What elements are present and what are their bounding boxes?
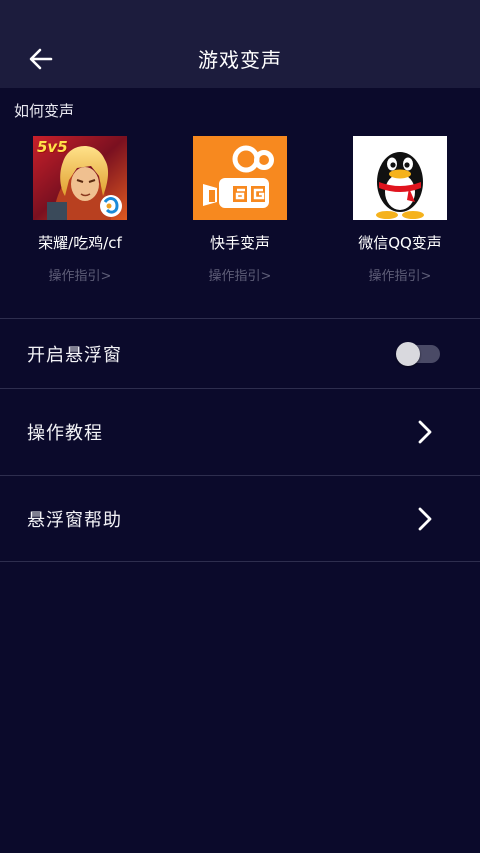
floating-help-label: 悬浮窗帮助 (27, 509, 122, 531)
game-item-honor[interactable]: 5v5 荣耀/吃鸡/cf 操作指引> (0, 136, 160, 296)
game-name: 微信QQ变声 (358, 234, 442, 252)
guide-link[interactable]: 操作指引> (209, 265, 272, 284)
qq-penguin-icon (353, 136, 447, 220)
floating-window-label: 开启悬浮窗 (27, 344, 122, 366)
game-badge: 5v5 (37, 138, 68, 156)
kuaishou-icon (193, 136, 287, 220)
game-name: 荣耀/吃鸡/cf (38, 234, 122, 252)
section-title: 如何变声 (14, 102, 75, 120)
game-name: 快手变声 (209, 234, 270, 252)
floating-help-row[interactable]: 悬浮窗帮助 (0, 475, 480, 562)
guide-link[interactable]: 操作指引> (369, 265, 432, 284)
toggle-knob (396, 341, 420, 366)
game-item-kuaishou[interactable]: 快手变声 操作指引> (160, 136, 320, 296)
guide-link[interactable]: 操作指引> (49, 265, 112, 284)
game-list: 5v5 荣耀/吃鸡/cf 操作指引> 快手变声 操作指引> 微信QQ变声 操作指… (0, 136, 480, 296)
app-header: 游戏变声 (0, 0, 480, 88)
tutorial-label: 操作教程 (27, 423, 103, 444)
page-title: 游戏变声 (198, 48, 282, 72)
floating-window-row: 开启悬浮窗 (0, 318, 480, 388)
floating-window-toggle[interactable] (396, 341, 440, 366)
chevron-right-icon (418, 420, 432, 444)
chevron-right-icon (418, 507, 432, 530)
tutorial-row[interactable]: 操作教程 (0, 388, 480, 475)
game-item-qq[interactable]: 微信QQ变声 操作指引> (320, 136, 480, 296)
honor-of-kings-icon: 5v5 (33, 136, 127, 220)
